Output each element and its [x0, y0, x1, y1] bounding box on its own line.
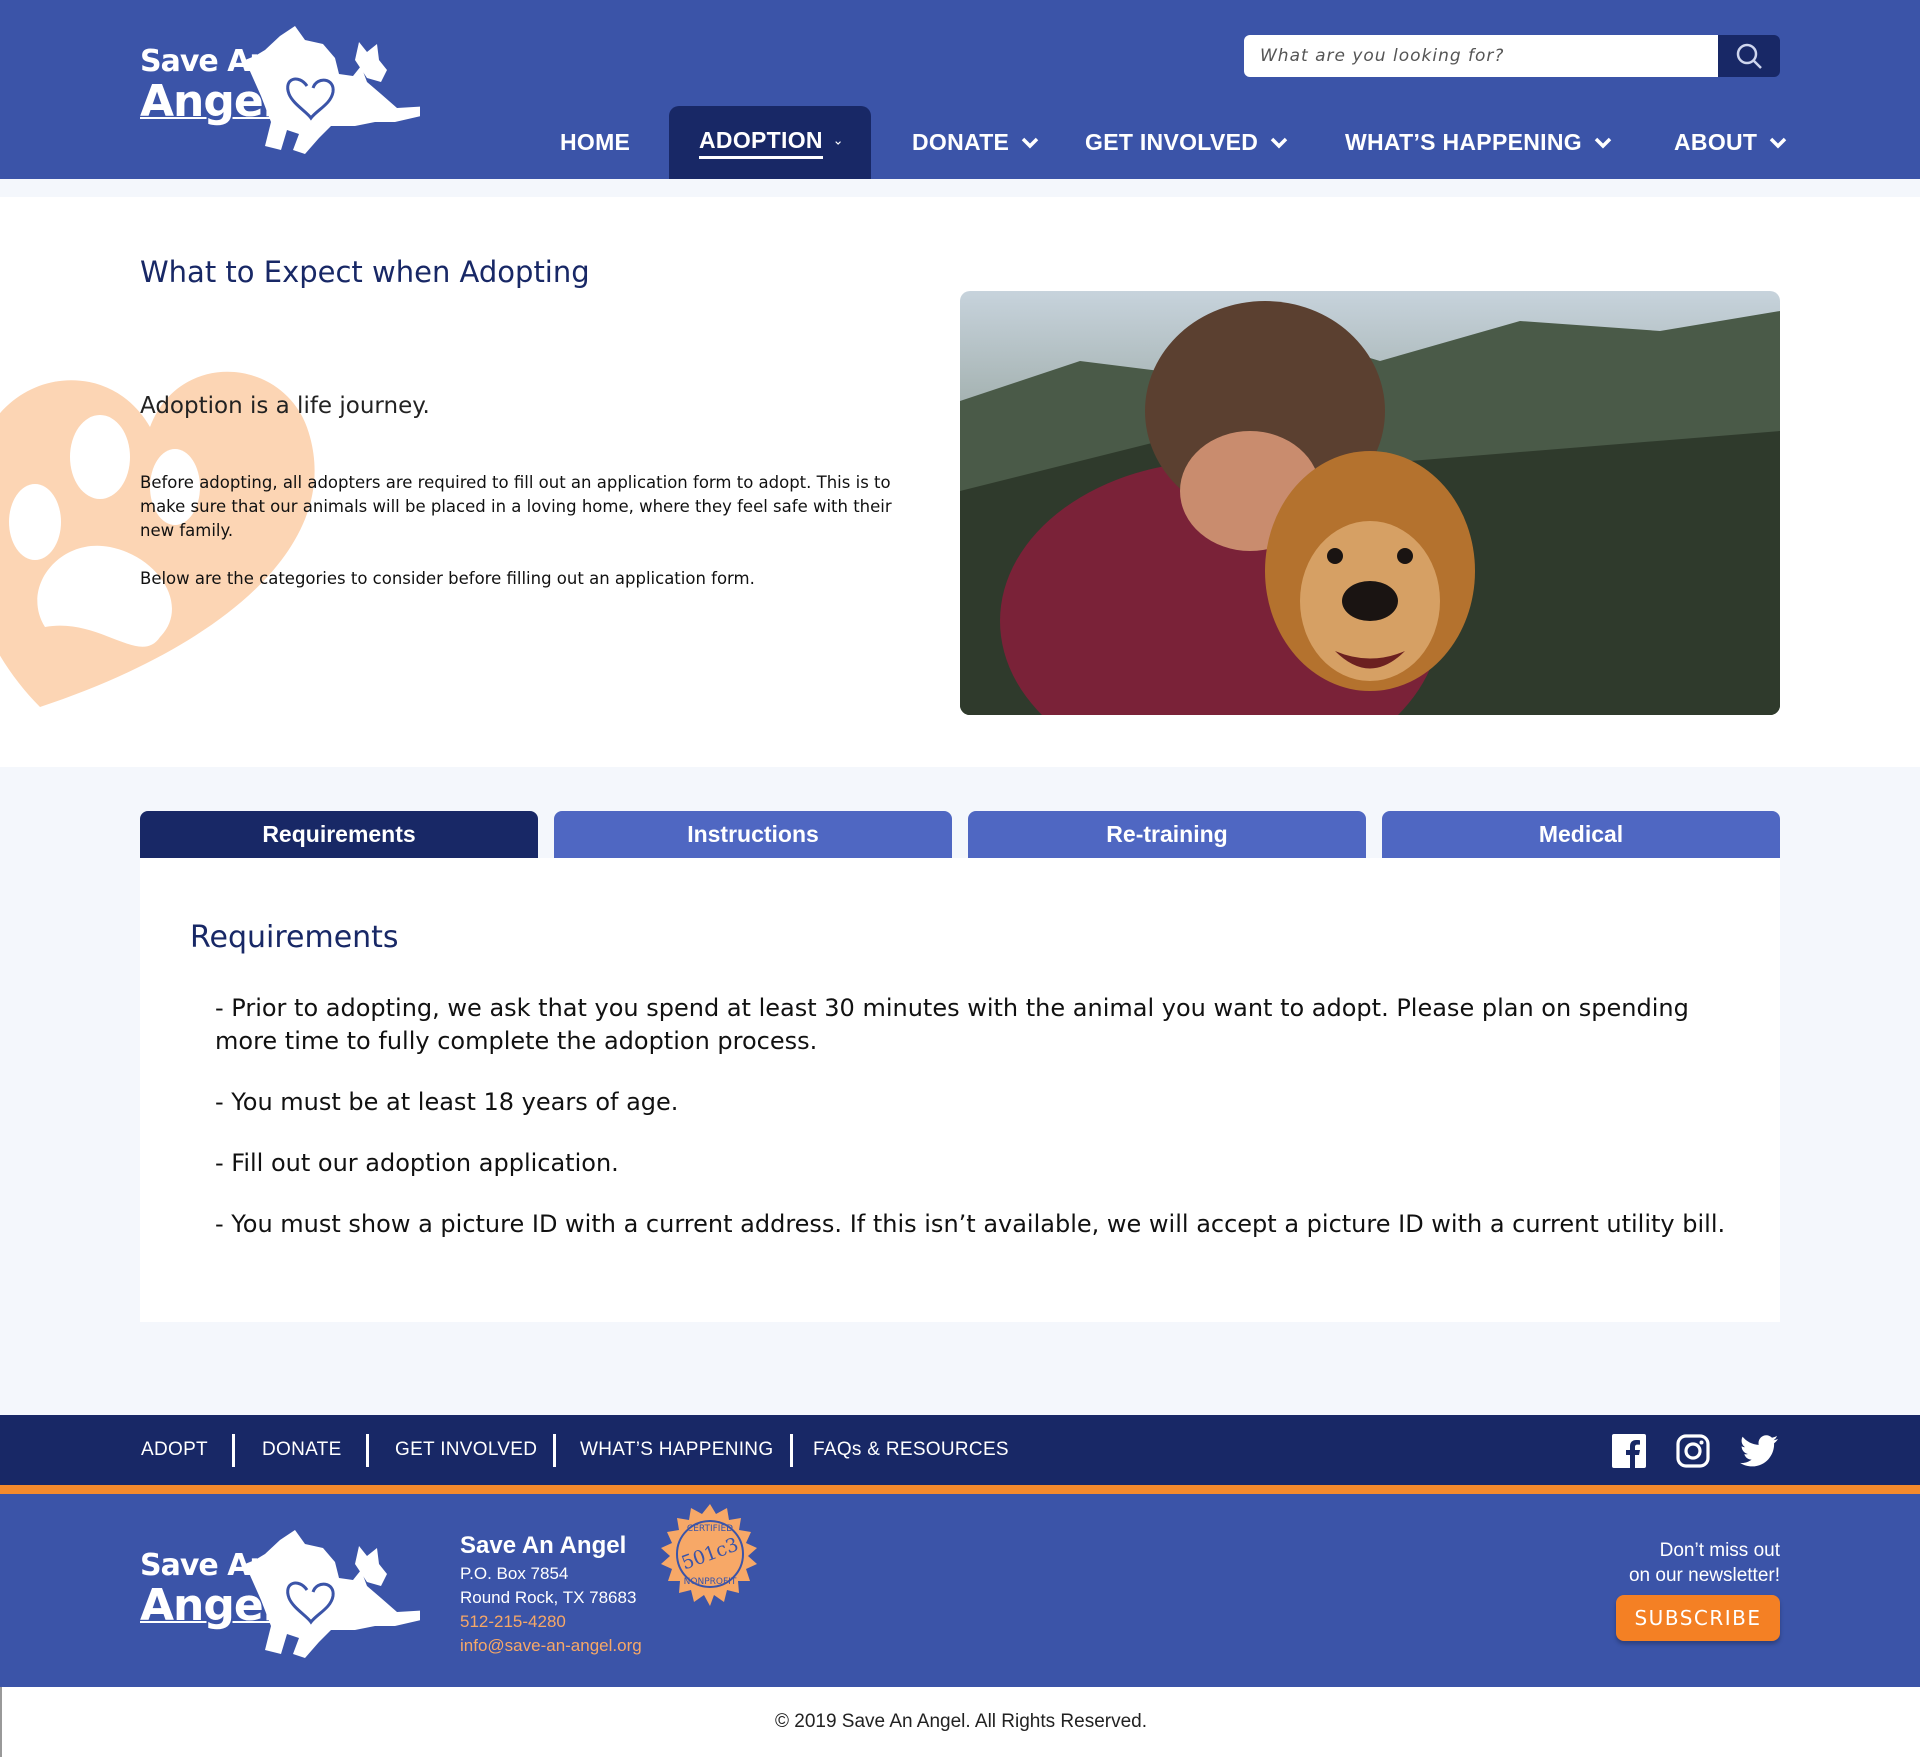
intro-section: What to Expect when Adopting Adoption is… [0, 197, 1920, 767]
twitter-icon[interactable] [1740, 1435, 1778, 1467]
footer-main: Save An Angel Save An Angel P.O. Box 785… [0, 1494, 1920, 1687]
chevron-down-icon [1021, 137, 1039, 148]
footer-org-name: Save An Angel [460, 1532, 627, 1559]
footer-link-whats-happening[interactable]: WHAT’S HAPPENING [580, 1415, 773, 1485]
nav-about-label: ABOUT [1674, 129, 1758, 155]
requirement-item: - Prior to adopting, we ask that you spe… [215, 994, 1689, 1055]
tab-instructions[interactable]: Instructions [554, 811, 952, 858]
requirement-item: - You must be at least 18 years of age. [215, 1088, 679, 1116]
nav-donate[interactable]: DONATE [912, 106, 1039, 179]
tab-re-training[interactable]: Re-training [968, 811, 1366, 858]
subscribe-button[interactable]: SUBSCRIBE [1616, 1595, 1780, 1641]
header-divider [0, 179, 1920, 197]
search-bar [1244, 35, 1780, 77]
dog-cat-silhouette-icon [245, 1530, 420, 1658]
intro-paragraph-2: Below are the categories to consider bef… [140, 569, 755, 588]
intro-subtitle: Adoption is a life journey. [140, 393, 430, 419]
footer-divider [232, 1434, 235, 1467]
footer-link-get-involved[interactable]: GET INVOLVED [395, 1415, 537, 1485]
tab-medical[interactable]: Medical [1382, 811, 1780, 858]
certified-nonprofit-badge: CERTIFIED 501c3 NONPROFIT [661, 1504, 757, 1606]
copyright: © 2019 Save An Angel. All Rights Reserve… [0, 1687, 1920, 1757]
footer-email[interactable]: info@save-an-angel.org [460, 1636, 642, 1656]
newsletter-line1: Don’t miss out [1659, 1540, 1780, 1561]
nav-adoption[interactable]: ADOPTION [669, 106, 871, 179]
requirement-item: - Fill out our adoption application. [215, 1149, 619, 1177]
footer-phone[interactable]: 512-215-4280 [460, 1612, 566, 1632]
page-title: What to Expect when Adopting [140, 255, 590, 289]
tab-panel: Requirements - Prior to adopting, we ask… [140, 858, 1780, 1322]
footer-link-adopt[interactable]: ADOPT [141, 1415, 208, 1485]
footer-link-donate[interactable]: DONATE [262, 1415, 342, 1485]
main-nav: HOME ADOPTION DONATE GET INVOLVED WHAT’S… [0, 106, 1920, 179]
footer-address-line2: Round Rock, TX 78683 [460, 1588, 637, 1607]
instagram-icon[interactable] [1676, 1434, 1710, 1468]
footer-divider [366, 1434, 369, 1467]
search-input[interactable] [1244, 35, 1718, 77]
chevron-down-icon [1270, 137, 1288, 148]
footer-nav: ADOPT DONATE GET INVOLVED WHAT’S HAPPENI… [0, 1415, 1920, 1485]
newsletter-line2: on our newsletter! [1628, 1565, 1780, 1586]
footer-address-line1: P.O. Box 7854 [460, 1564, 569, 1583]
panel-title: Requirements [190, 920, 399, 955]
chevron-down-icon [835, 140, 841, 145]
nav-donate-label: DONATE [912, 129, 1010, 155]
footer-logo[interactable]: Save An Angel [140, 1530, 420, 1665]
search-icon [1736, 43, 1762, 69]
newsletter-text: Don’t miss out on our newsletter! [1629, 1538, 1780, 1588]
nav-adoption-label: ADOPTION [699, 127, 823, 159]
nav-home-label: HOME [560, 129, 631, 155]
nav-about[interactable]: ABOUT [1674, 106, 1787, 179]
chevron-down-icon [1770, 137, 1787, 148]
nav-whats-happening-label: WHAT’S HAPPENING [1345, 129, 1582, 155]
footer-link-faqs[interactable]: FAQs & RESOURCES [813, 1415, 1009, 1485]
tab-requirements[interactable]: Requirements [140, 811, 538, 858]
nav-whats-happening[interactable]: WHAT’S HAPPENING [1345, 106, 1612, 179]
tabs-section: Requirements Instructions Re-training Me… [0, 767, 1920, 1415]
search-button[interactable] [1718, 35, 1780, 77]
nav-get-involved-label: GET INVOLVED [1085, 129, 1259, 155]
requirement-item: - You must show a picture ID with a curr… [215, 1210, 1726, 1238]
facebook-icon[interactable] [1612, 1434, 1646, 1468]
badge-bottom-text: NONPROFIT [684, 1577, 737, 1587]
site-header: Save An Angel HOME ADOPTION DONATE GET I… [0, 0, 1920, 179]
chevron-down-icon [1594, 137, 1612, 148]
nav-home[interactable]: HOME [560, 106, 630, 179]
man-hugging-dog-photo [960, 291, 1780, 715]
footer-divider [790, 1434, 793, 1467]
nav-get-involved[interactable]: GET INVOLVED [1085, 106, 1288, 179]
footer-accent-bar [0, 1485, 1920, 1494]
intro-paragraph: Before adopting, all adopters are requir… [140, 473, 892, 540]
footer-divider [553, 1434, 556, 1467]
badge-top-text: CERTIFIED [687, 1524, 733, 1534]
